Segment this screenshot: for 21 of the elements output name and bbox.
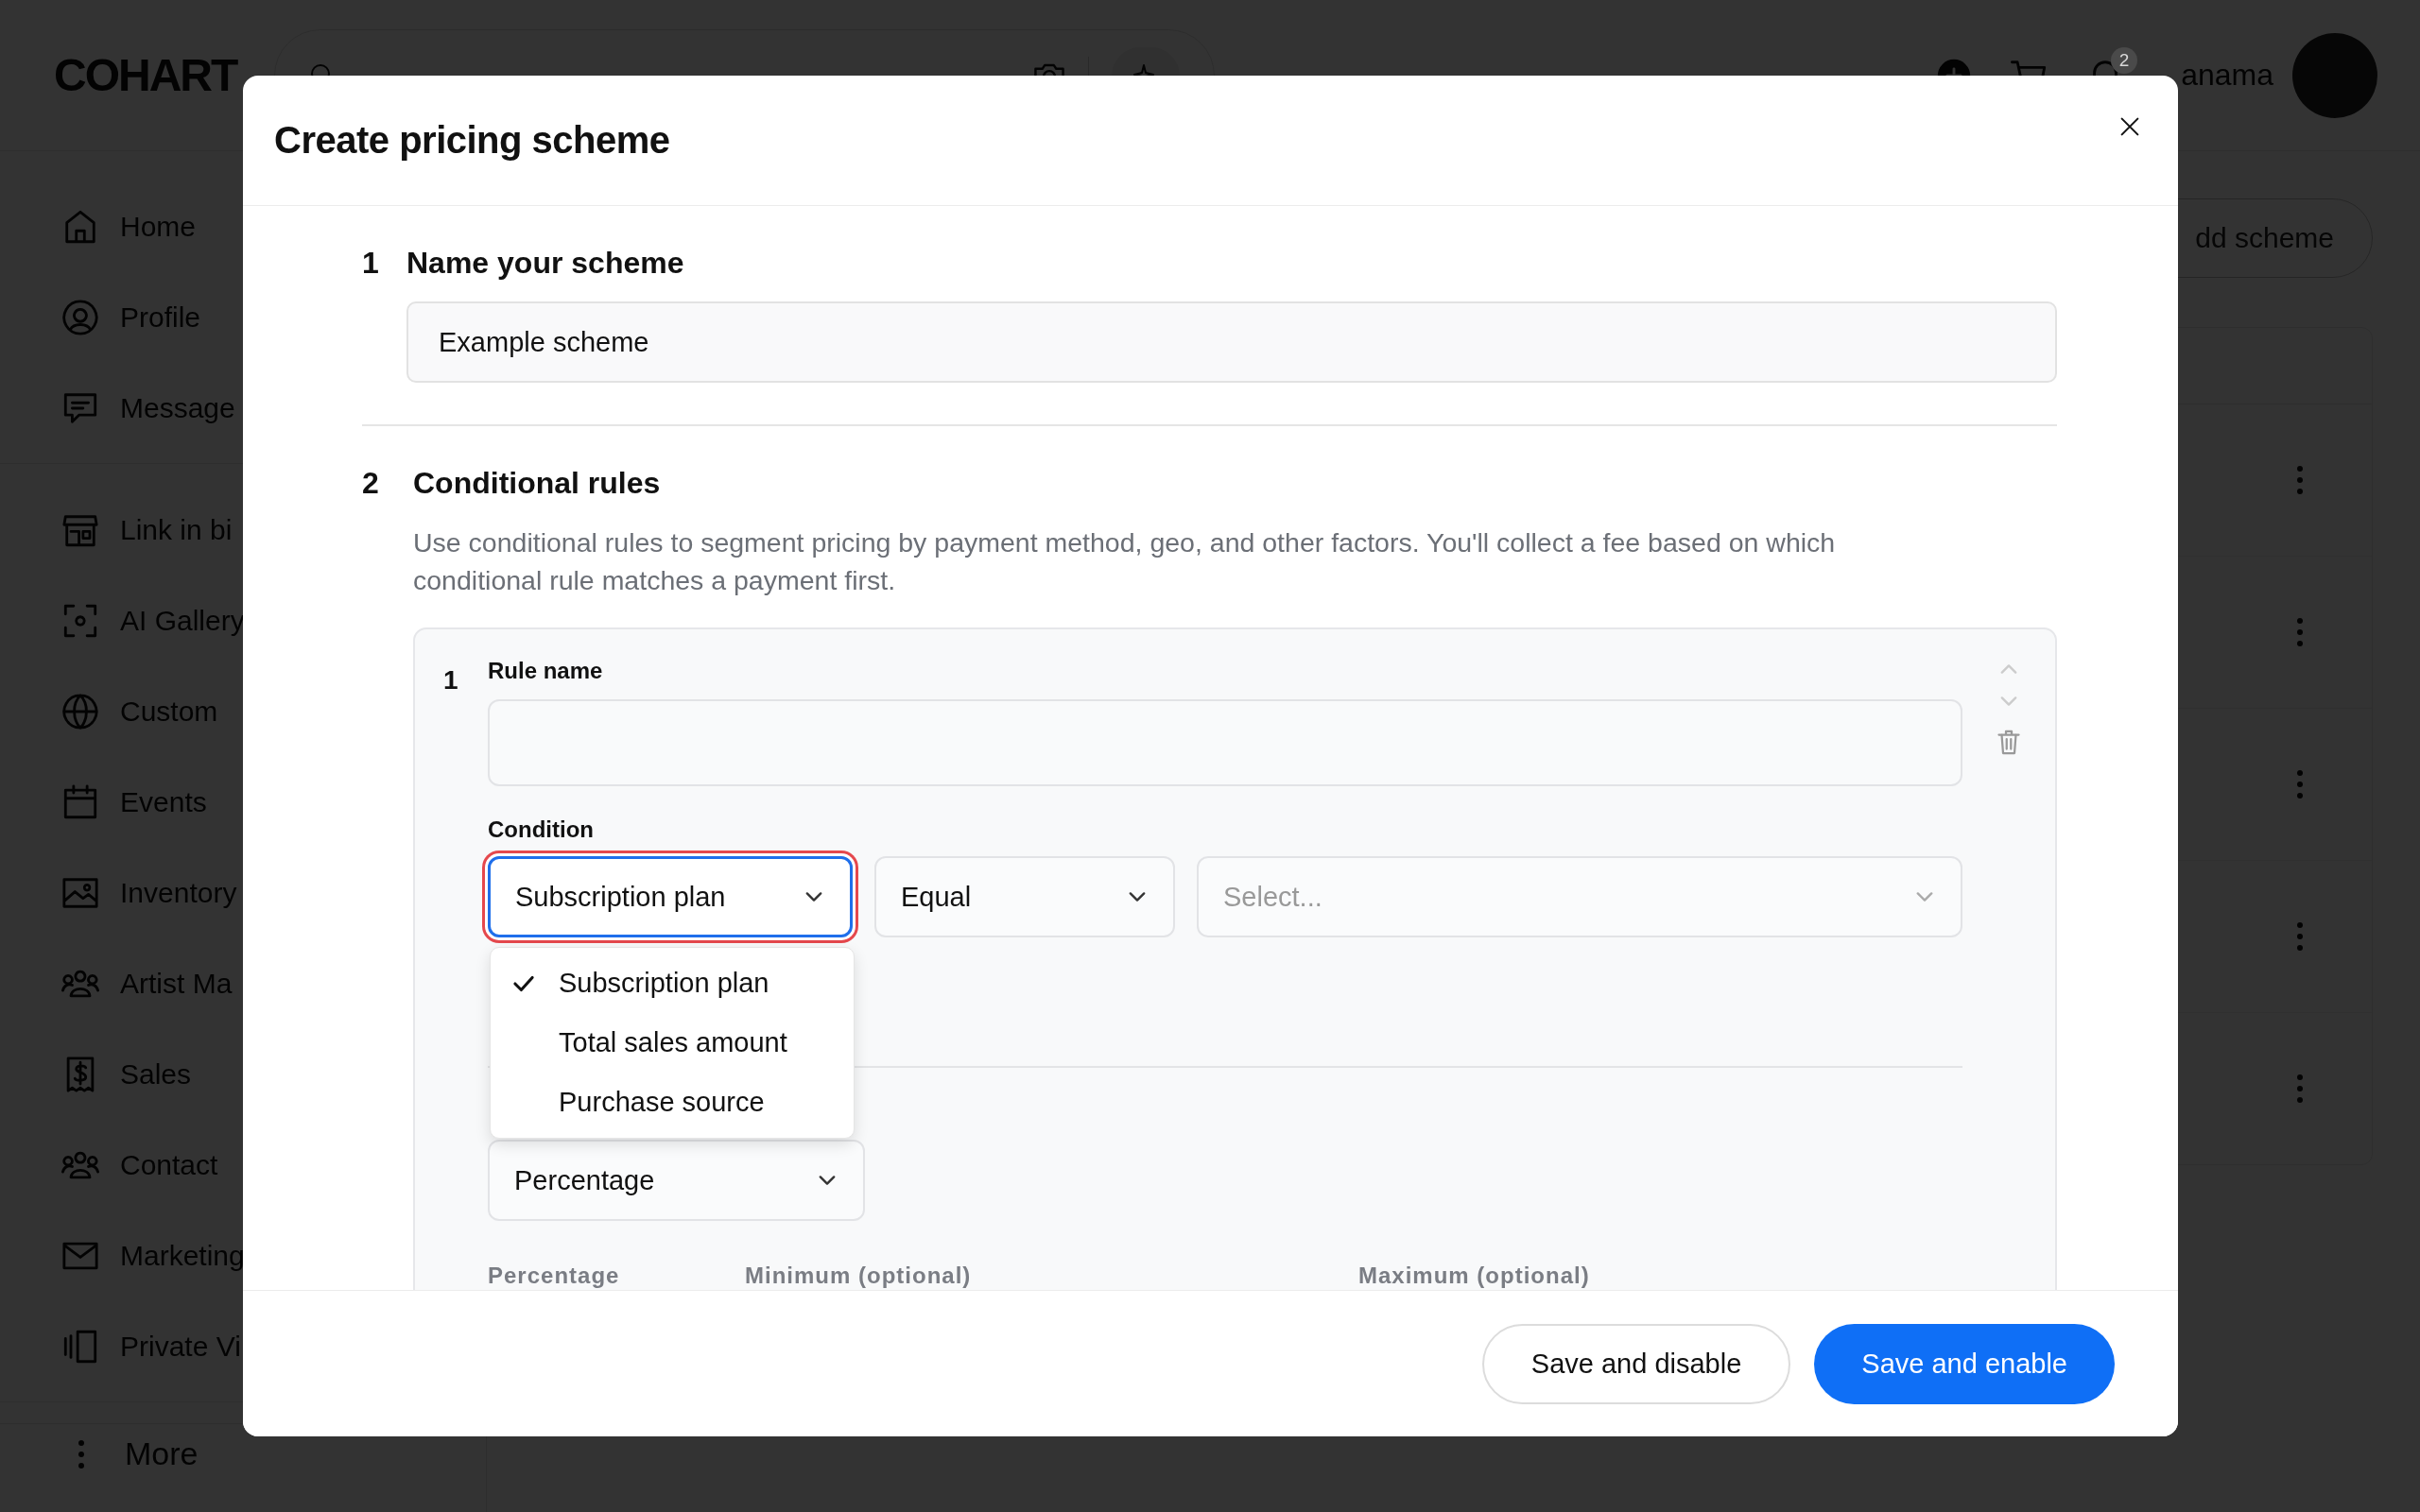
scheme-name-field[interactable]: Example scheme bbox=[406, 301, 2057, 383]
menu-option[interactable]: Purchase source bbox=[491, 1073, 854, 1132]
operator-select[interactable]: Equal bbox=[874, 856, 1175, 937]
step-number: 2 bbox=[362, 466, 380, 501]
menu-option[interactable]: Total sales amount bbox=[491, 1013, 854, 1073]
field-label: Rule name bbox=[488, 658, 604, 684]
fee-type-select[interactable]: Percentage bbox=[488, 1140, 865, 1221]
column-label: Percentage bbox=[488, 1263, 621, 1289]
column-label: Minimum (optional) bbox=[745, 1263, 973, 1289]
step-number: 1 bbox=[362, 246, 380, 281]
field-label: Condition bbox=[488, 816, 595, 843]
section-title: Name your scheme bbox=[406, 246, 684, 281]
modal-title: Create pricing scheme bbox=[274, 119, 670, 162]
section-title: Conditional rules bbox=[413, 466, 661, 501]
menu-option[interactable]: Subscription plan bbox=[491, 954, 854, 1013]
column-label: Maximum (optional) bbox=[1358, 1263, 1591, 1289]
section-description: Use conditional rules to segment pricing by payment method, geo, and other factors. You'll collect a fee based on which conditional rule matches a payment first. bbox=[413, 526, 1837, 597]
trash-icon[interactable] bbox=[1995, 728, 2023, 756]
save-enable-button[interactable]: Save and enable bbox=[1814, 1323, 2115, 1404]
save-disable-button[interactable]: Save and disable bbox=[1481, 1323, 1791, 1404]
rule-number: 1 bbox=[443, 664, 459, 696]
